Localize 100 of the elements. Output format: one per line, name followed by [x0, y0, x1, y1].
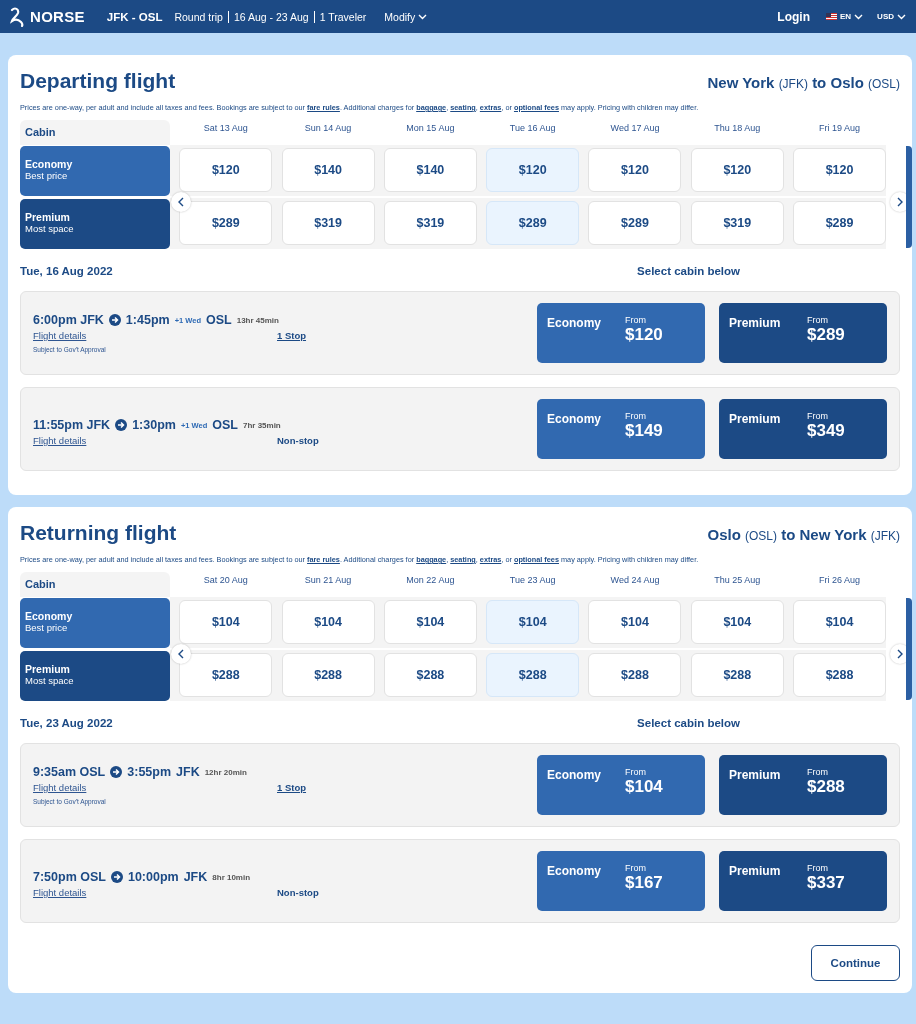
- route-text: JFK - OSL: [106, 10, 163, 23]
- stops-text: Non-stop: [277, 435, 319, 446]
- duration: 8hr 10min: [212, 872, 251, 882]
- price-option[interactable]: $104: [588, 600, 682, 644]
- stops-link[interactable]: 1 Stop: [277, 782, 307, 793]
- flag-icon: [826, 13, 837, 20]
- arrival-time: 3:55pm: [127, 765, 172, 779]
- price-option[interactable]: $288: [486, 653, 580, 697]
- arrival-time: 1:30pm: [132, 418, 176, 432]
- stops-link[interactable]: 1 Stop: [277, 330, 307, 341]
- arrival-code: JFK: [176, 765, 200, 779]
- modify-button[interactable]: Modify: [378, 9, 434, 24]
- stops-text: Non-stop: [277, 887, 319, 898]
- logo-text[interactable]: NORSE: [30, 8, 85, 25]
- departure-time: 7:50pm OSL: [33, 870, 106, 884]
- date-heading: Tue, 23 Aug 2022: [20, 717, 113, 729]
- login-link[interactable]: Login: [777, 9, 810, 24]
- departure-time: 9:35am OSL: [33, 765, 106, 779]
- arrow-icon: [108, 314, 121, 326]
- fare-button[interactable]: Premium From $288: [719, 755, 887, 815]
- date-label: Mon 15 Aug: [405, 122, 456, 135]
- price-option[interactable]: $288: [281, 653, 375, 697]
- cabin-label: Premium Most space: [20, 651, 170, 701]
- chevron-down-icon: [897, 13, 906, 20]
- arrival-time: 1:45pm: [125, 313, 170, 327]
- section-title: Returning flight: [20, 521, 177, 545]
- fare-button[interactable]: Economy From $104: [537, 755, 705, 815]
- flight-details-link[interactable]: Flight details: [33, 435, 277, 446]
- date-label: Fri 26 Aug: [818, 574, 862, 587]
- flight-details-link[interactable]: Flight details: [33, 782, 277, 793]
- duration: 13hr 45min: [236, 315, 279, 325]
- price-option[interactable]: $104: [793, 600, 887, 644]
- flight-details-link[interactable]: Flight details: [33, 330, 277, 341]
- cabin-heading: Cabin: [20, 572, 170, 597]
- date-label: Sat 20 Aug: [202, 574, 249, 587]
- price-option[interactable]: $288: [793, 653, 887, 697]
- section-title: Departing flight: [20, 69, 176, 93]
- departure-time: 6:00pm JFK: [33, 313, 104, 327]
- flight-details-link[interactable]: Flight details: [33, 887, 277, 898]
- arrival-code: OSL: [206, 313, 232, 327]
- price-option[interactable]: $288: [383, 653, 477, 697]
- date-label: Sun 14 Aug: [303, 122, 353, 135]
- price-option[interactable]: $120: [588, 148, 682, 192]
- arrival-code: JFK: [183, 870, 208, 884]
- trip-info: Round trip: [174, 10, 223, 23]
- price-option[interactable]: $140: [383, 148, 477, 192]
- price-option[interactable]: $104: [179, 600, 273, 644]
- date-label: Wed 24 Aug: [609, 574, 661, 587]
- date-label: Fri 19 Aug: [818, 122, 862, 135]
- arrival-time: 10:00pm: [127, 870, 179, 884]
- fare-button[interactable]: Economy From $149: [537, 399, 705, 459]
- price-option[interactable]: $319: [383, 201, 477, 245]
- cabin-label: Economy Best price: [20, 146, 170, 196]
- price-option[interactable]: $120: [793, 148, 887, 192]
- price-option[interactable]: $289: [486, 201, 580, 245]
- date-label: Sun 21 Aug: [303, 574, 353, 587]
- select-hint: Select cabin below: [637, 717, 740, 729]
- duration: 12hr 20min: [204, 767, 247, 777]
- chevron-down-icon: [854, 13, 864, 20]
- price-option[interactable]: $104: [486, 600, 580, 644]
- date-heading: Tue, 16 Aug 2022: [20, 265, 113, 277]
- price-option[interactable]: $104: [383, 600, 477, 644]
- price-option[interactable]: $120: [179, 148, 273, 192]
- arrow-icon: [115, 419, 128, 431]
- price-option[interactable]: $104: [690, 600, 784, 644]
- cabin-label: Economy Best price: [20, 598, 170, 648]
- date-label: Mon 22 Aug: [405, 574, 456, 587]
- fare-button[interactable]: Premium From $337: [719, 851, 887, 911]
- currency-selector[interactable]: USD: [877, 12, 906, 21]
- fare-button[interactable]: Economy From $120: [537, 303, 705, 363]
- price-option[interactable]: $120: [690, 148, 784, 192]
- date-label: Tue 16 Aug: [508, 122, 557, 135]
- fare-button[interactable]: Premium From $289: [719, 303, 887, 363]
- arrival-code: OSL: [212, 418, 238, 432]
- price-option[interactable]: $120: [486, 148, 580, 192]
- date-label: Sat 13 Aug: [202, 122, 249, 135]
- price-option[interactable]: $140: [281, 148, 375, 192]
- date-label: Thu 18 Aug: [713, 122, 762, 135]
- cabin-label: Premium Most space: [20, 199, 170, 249]
- price-option[interactable]: $289: [179, 201, 273, 245]
- date-label: Tue 23 Aug: [508, 574, 557, 587]
- price-option[interactable]: $288: [690, 653, 784, 697]
- fare-button[interactable]: Economy From $167: [537, 851, 705, 911]
- arrow-icon: [110, 766, 123, 778]
- price-option[interactable]: $319: [690, 201, 784, 245]
- route-heading: Oslo (OSL) to New York (JFK): [707, 526, 900, 543]
- price-option[interactable]: $319: [281, 201, 375, 245]
- price-option[interactable]: $288: [588, 653, 682, 697]
- language-selector[interactable]: EN: [826, 12, 864, 21]
- arrow-icon: [110, 871, 123, 883]
- price-option[interactable]: $104: [281, 600, 375, 644]
- trip-info: 16 Aug - 23 Aug: [233, 10, 309, 23]
- fare-button[interactable]: Premium From $349: [719, 399, 887, 459]
- price-option[interactable]: $289: [588, 201, 682, 245]
- continue-button[interactable]: Continue: [811, 945, 900, 981]
- price-option[interactable]: $288: [179, 653, 273, 697]
- route-heading: New York (JFK) to Oslo (OSL): [707, 74, 900, 91]
- departure-time: 11:55pm JFK: [33, 418, 111, 432]
- price-option[interactable]: $289: [793, 201, 887, 245]
- date-label: Wed 17 Aug: [609, 122, 661, 135]
